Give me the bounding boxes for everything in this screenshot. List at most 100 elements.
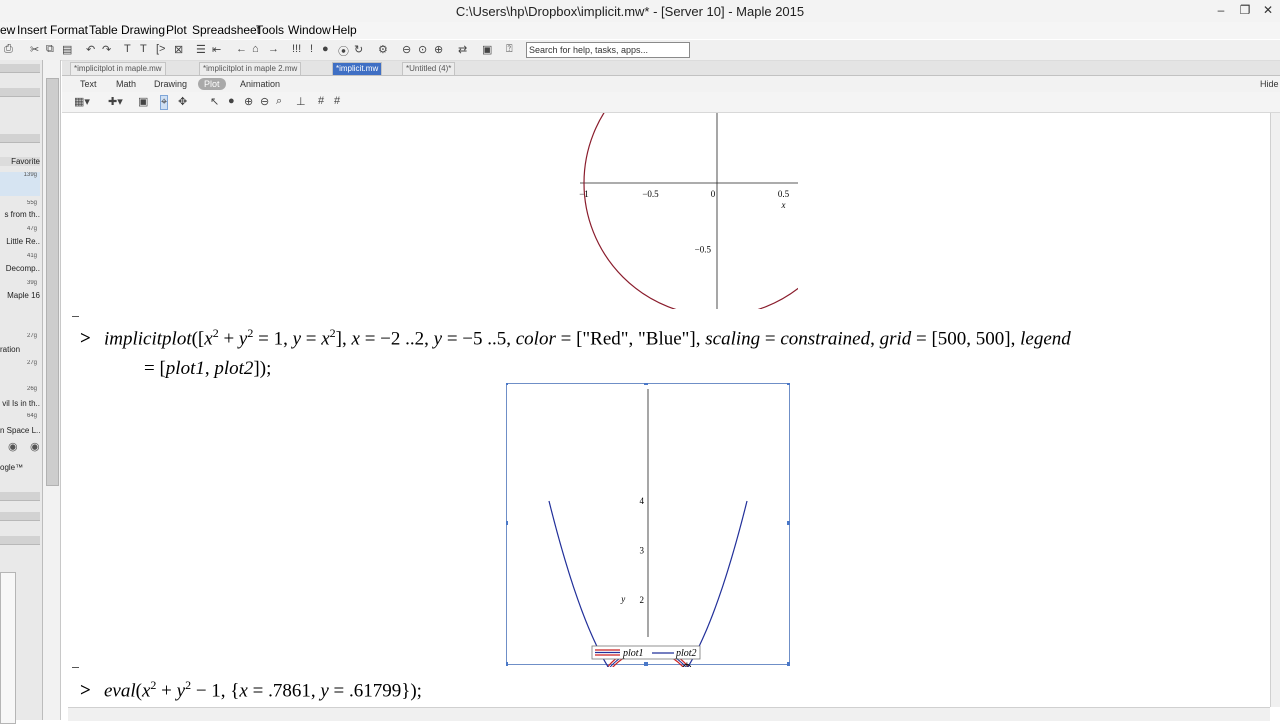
- list-item[interactable]: 64g: [0, 413, 40, 421]
- list-item-label[interactable]: ogle™: [0, 463, 40, 472]
- menu-window[interactable]: Window: [288, 23, 331, 37]
- undo-icon[interactable]: ↶: [86, 43, 95, 56]
- tab-untitled-4[interactable]: *Untitled (4)*: [402, 62, 456, 75]
- math-mode-icon[interactable]: T: [140, 43, 147, 55]
- list-item-label[interactable]: n Space L..: [0, 426, 40, 435]
- zoom-out-icon[interactable]: ⊖: [402, 43, 411, 56]
- input-command-1-line2[interactable]: = [plot1, plot2]);: [144, 358, 271, 380]
- left-panel-scroll-thumb[interactable]: [46, 78, 59, 486]
- previous-plot[interactable]: −1−0.500.5−0.5−1x: [508, 113, 798, 309]
- context-animation[interactable]: Animation: [234, 78, 286, 90]
- pan-icon[interactable]: ✥: [178, 95, 187, 108]
- redo-icon[interactable]: ↷: [102, 43, 111, 56]
- menu-plot[interactable]: Plot: [166, 23, 187, 37]
- list-item-label[interactable]: vil Is in th..: [0, 399, 40, 408]
- point-probe-icon[interactable]: ⌖: [160, 95, 169, 110]
- gridlines-fine-icon[interactable]: #: [334, 95, 340, 107]
- palette-header[interactable]: [0, 64, 40, 73]
- indent-icon[interactable]: ⇤: [212, 43, 221, 56]
- search-input[interactable]: Search for help, tasks, apps...: [526, 42, 690, 58]
- forward-icon[interactable]: →: [268, 43, 279, 55]
- debug-icon[interactable]: ⦿: [338, 43, 349, 59]
- save-icon[interactable]: ⎙: [4, 43, 13, 56]
- menu-help[interactable]: Help: [332, 23, 357, 37]
- tab-implicitplot-in-maple[interactable]: *implicitplot in maple.mw: [70, 62, 166, 75]
- context-plot[interactable]: Plot: [198, 78, 226, 90]
- palette-header[interactable]: [0, 512, 40, 521]
- gridlines-icon[interactable]: #: [318, 95, 324, 107]
- zoom-box-icon[interactable]: ⌕: [276, 95, 282, 108]
- pointer-icon[interactable]: ↖: [210, 95, 219, 108]
- context-drawing[interactable]: Drawing: [148, 78, 193, 90]
- paste-icon[interactable]: ▤: [62, 43, 72, 56]
- window-icon[interactable]: ▣: [482, 43, 492, 56]
- axes-icon[interactable]: ✚▾: [108, 95, 123, 108]
- list-item[interactable]: 27g: [0, 360, 40, 368]
- list-item[interactable]: 39g: [0, 280, 40, 288]
- plot-legend[interactable]: plot1 plot2: [591, 645, 701, 660]
- palette-header[interactable]: [0, 134, 40, 143]
- worksheet[interactable]: −1−0.500.5−0.5−1x > implicitplot([x2 + y…: [68, 113, 1270, 707]
- input-command-1[interactable]: implicitplot([x2 + y2 = 1, y = x2], x = …: [104, 326, 1071, 350]
- list-item[interactable]: 27g: [0, 333, 40, 341]
- context-math[interactable]: Math: [110, 78, 142, 90]
- hide-button[interactable]: Hide: [1254, 78, 1280, 90]
- palette-thumbnails[interactable]: [0, 572, 16, 724]
- palette-icon[interactable]: ◉: [30, 440, 40, 453]
- section-icon[interactable]: ☰: [196, 43, 206, 56]
- menu-insert[interactable]: Insert: [17, 23, 47, 37]
- list-item-label[interactable]: s from th..: [0, 210, 40, 219]
- palette-header[interactable]: [0, 88, 40, 97]
- cut-icon[interactable]: ✂: [30, 43, 39, 56]
- list-item-label[interactable]: Little Re..: [0, 237, 40, 246]
- context-text[interactable]: Text: [74, 78, 103, 90]
- zoom-in-icon[interactable]: ⊕: [434, 43, 443, 56]
- list-item[interactable]: 41g: [0, 253, 40, 261]
- restart-icon[interactable]: ↻: [354, 43, 363, 56]
- list-item-label[interactable]: Maple 16: [0, 291, 40, 300]
- plot-grid-icon[interactable]: ▦▾: [74, 95, 90, 108]
- menu-tools[interactable]: Tools: [256, 23, 284, 37]
- list-item[interactable]: 55g: [0, 200, 40, 208]
- tab-implicit[interactable]: *implicit.mw: [332, 62, 383, 75]
- implicit-plot[interactable]: −2−10124321xy plot1 plot2: [506, 383, 790, 667]
- tab-implicitplot-in-maple-2[interactable]: *implicitplot in maple 2.mw: [199, 62, 302, 75]
- worksheet-horizontal-scrollbar[interactable]: [68, 707, 1270, 721]
- close-button[interactable]: ✕: [1257, 2, 1279, 18]
- menu-drawing[interactable]: Drawing: [121, 23, 165, 37]
- list-item[interactable]: 139g: [0, 172, 40, 196]
- execution-group-icon[interactable]: [>: [156, 43, 165, 55]
- help-icon[interactable]: ⍰: [506, 43, 513, 56]
- stop-icon[interactable]: ●: [322, 43, 329, 55]
- palette-icon[interactable]: ◉: [8, 440, 18, 453]
- axis-scale-icon[interactable]: ▣: [138, 95, 148, 108]
- input-command-2[interactable]: eval(x2 + y2 − 1, {x = .7861, y = .61799…: [104, 678, 422, 702]
- menu-table[interactable]: Table: [89, 23, 118, 37]
- list-item-label[interactable]: Decomp..: [0, 264, 40, 273]
- home-icon[interactable]: ⌂: [252, 43, 259, 55]
- menu-format[interactable]: Format: [50, 23, 88, 37]
- zoom-out-plot-icon[interactable]: ⊖: [260, 95, 269, 108]
- favorites-tab[interactable]: Favorite: [0, 157, 40, 166]
- list-item[interactable]: 26g: [0, 386, 40, 394]
- zoom-100-icon[interactable]: ⊙: [418, 43, 427, 56]
- axes-style-icon[interactable]: ⊥: [296, 95, 306, 108]
- text-mode-icon[interactable]: T: [124, 43, 131, 55]
- maximize-button[interactable]: ❐: [1234, 2, 1256, 18]
- list-item-label[interactable]: ration: [0, 345, 40, 354]
- list-item[interactable]: 47g: [0, 226, 40, 234]
- tools-icon[interactable]: ⚙: [378, 43, 388, 56]
- palette-header[interactable]: [0, 536, 40, 545]
- palette-header[interactable]: [0, 492, 40, 501]
- copy-icon[interactable]: ⧉: [46, 43, 54, 56]
- rotate-icon[interactable]: ●: [228, 95, 235, 107]
- execute-icon[interactable]: !: [310, 43, 313, 55]
- zoom-in-plot-icon[interactable]: ⊕: [244, 95, 253, 108]
- minimize-button[interactable]: –: [1210, 2, 1232, 18]
- menu-view[interactable]: ew: [0, 23, 15, 37]
- worksheet-vertical-scrollbar[interactable]: [1270, 113, 1280, 707]
- execute-worksheet-icon[interactable]: !!!: [292, 43, 301, 55]
- clear-icon[interactable]: ⊠: [174, 43, 183, 56]
- back-icon[interactable]: ←: [236, 43, 247, 55]
- menu-spreadsheet[interactable]: Spreadsheet: [192, 23, 260, 37]
